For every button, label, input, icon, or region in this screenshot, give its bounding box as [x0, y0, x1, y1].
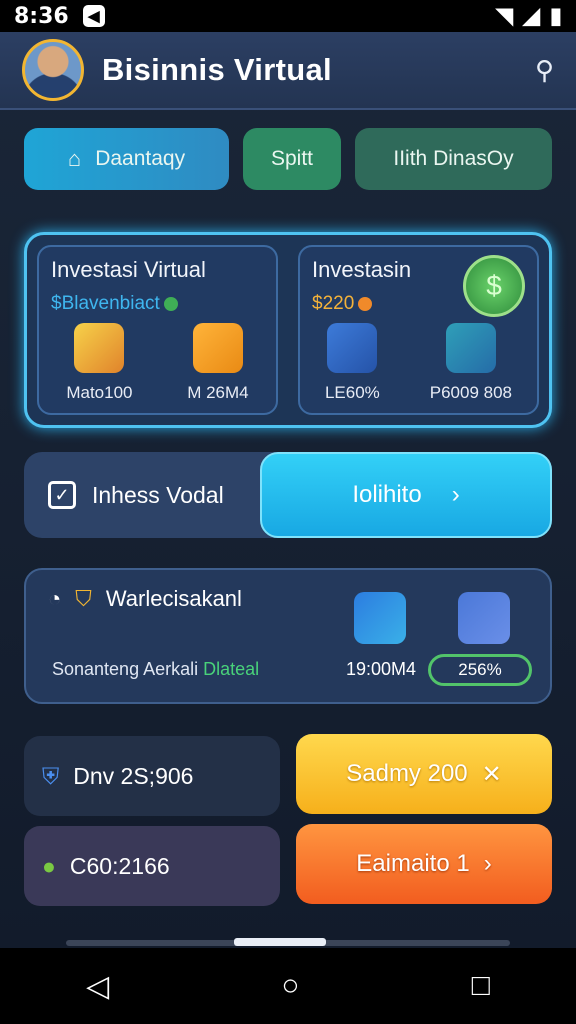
market-title: Warlecisakanl	[105, 586, 242, 611]
card-title: Investasi Virtual	[51, 257, 206, 282]
avatar[interactable]	[22, 39, 84, 101]
coin-icon	[163, 296, 178, 311]
battery-icon: ▮	[549, 3, 562, 28]
system-nav-bar: ◁ ○ □	[0, 948, 576, 1024]
item-le60[interactable]: LE60%	[325, 323, 380, 403]
stat-value: C60:2166	[69, 852, 170, 879]
sadmy-button[interactable]: Sadmy 200 ✕	[296, 734, 552, 814]
market-description: Sonanteng Aerkali Dlateal	[52, 659, 259, 680]
card-items: LE60% P6009 808	[300, 323, 537, 403]
action-label: Inhess Vodal	[92, 481, 224, 508]
status-bar: 8:36 ◀ ◥ ◢ ▮	[0, 0, 576, 32]
item-label: P6009 808	[429, 383, 512, 402]
percent-badge: 256%	[428, 654, 532, 686]
status-time: 8:36	[14, 3, 69, 29]
pencil-tool-icon[interactable]	[354, 592, 406, 644]
iolihito-button[interactable]: Iolihito ›	[260, 452, 552, 538]
back-icon[interactable]: ◁	[86, 969, 109, 1004]
market-text: Sonanteng Aerkali	[52, 659, 199, 679]
chip-spitt[interactable]: Spitt	[243, 128, 341, 190]
search-icon[interactable]: ⚲	[535, 55, 554, 86]
chip-label: IIith DinasOy	[393, 147, 514, 170]
chip-label: Daantaqy	[95, 147, 186, 170]
market-card[interactable]: ◔ ⛉ Warlecisakanl Sonanteng Aerkali Dlat…	[24, 568, 552, 704]
money-coin-icon[interactable]: $	[463, 255, 525, 317]
lock-box-icon	[327, 323, 378, 373]
card-subtitle: $Blavenbiact	[51, 293, 264, 315]
eaimaito-button[interactable]: Eaimaito 1 ›	[296, 824, 552, 904]
chevron-right-icon: ›	[451, 481, 460, 508]
item-label: LE60%	[324, 383, 380, 402]
chip-label: Spitt	[270, 147, 314, 170]
page-title: Bisinnis Virtual	[102, 52, 332, 87]
status-icons: ◥ ◢ ▮	[496, 3, 562, 29]
action-row: ✓ Inhess Vodal Iolihito ›	[24, 452, 552, 538]
investment-panel: Investasi Virtual $Blavenbiact Mato100 M…	[24, 232, 552, 428]
app-notification-icon: ◀	[82, 5, 105, 27]
bitcoin-shield-icon: ⛉	[75, 586, 92, 611]
leaf-coin-icon: ●	[42, 852, 56, 879]
market-highlight: Dlateal	[203, 659, 260, 679]
item-m26[interactable]: M 26M4	[187, 323, 249, 403]
chevron-right-icon: ›	[483, 850, 492, 877]
scrollbar[interactable]	[66, 938, 510, 946]
market-value: 19:00M4	[346, 659, 417, 679]
coin-icon	[358, 296, 373, 311]
button-label: Eaimaito 1	[356, 850, 470, 877]
market-header: ◔ ⛉ Warlecisakanl	[48, 586, 528, 612]
app-header: Bisinnis Virtual ⚲	[0, 32, 576, 110]
item-mato[interactable]: Mato100	[66, 323, 133, 403]
chart-box-icon	[192, 323, 243, 373]
card-items: Mato100 M 26M4	[39, 323, 276, 403]
investasin-card[interactable]: Investasin $220 $ LE60% P6009 808	[298, 245, 539, 415]
chip-row: ⌂ Daantaqy Spitt IIith DinasOy	[24, 128, 552, 190]
item-label: M 26M4	[187, 383, 249, 402]
item-label: Mato100	[66, 383, 133, 402]
item-p6009[interactable]: P6009 808	[430, 323, 512, 403]
checkbox[interactable]: ✓	[48, 481, 76, 509]
card-subtitle-text: $Blavenbiact	[51, 293, 160, 314]
chip-dinasoy[interactable]: IIith DinasOy	[355, 128, 552, 190]
vault-icon	[445, 323, 496, 373]
clock-icon: ◔	[48, 586, 62, 611]
app-screen: Bisinnis Virtual ⚲ ⌂ Daantaqy Spitt IIith…	[0, 32, 576, 948]
gamepad-icon[interactable]	[458, 592, 510, 644]
stat-value: Dnv 2S;906	[73, 762, 194, 789]
recents-icon[interactable]: □	[472, 969, 490, 1003]
stat-dnv: ⛨ Dnv 2S;906	[24, 736, 280, 816]
home-icon: ⌂	[67, 146, 82, 171]
signal-icon: ◢	[522, 3, 540, 28]
button-label: Iolihito	[352, 481, 422, 508]
investasi-virtual-card[interactable]: Investasi Virtual $Blavenbiact Mato100 M…	[37, 245, 278, 415]
home-icon[interactable]: ○	[281, 969, 299, 1003]
close-icon: ✕	[481, 760, 502, 788]
card-value-text: $220	[312, 293, 355, 314]
shield-gem-icon	[74, 323, 125, 373]
button-label: Sadmy 200	[346, 760, 468, 787]
shield-icon: ⛨	[42, 762, 60, 789]
wifi-icon: ◥	[496, 3, 513, 28]
scrollbar-thumb[interactable]	[234, 938, 326, 946]
stat-c60: ● C60:2166	[24, 826, 280, 906]
chip-daantaqy[interactable]: ⌂ Daantaqy	[24, 128, 229, 190]
